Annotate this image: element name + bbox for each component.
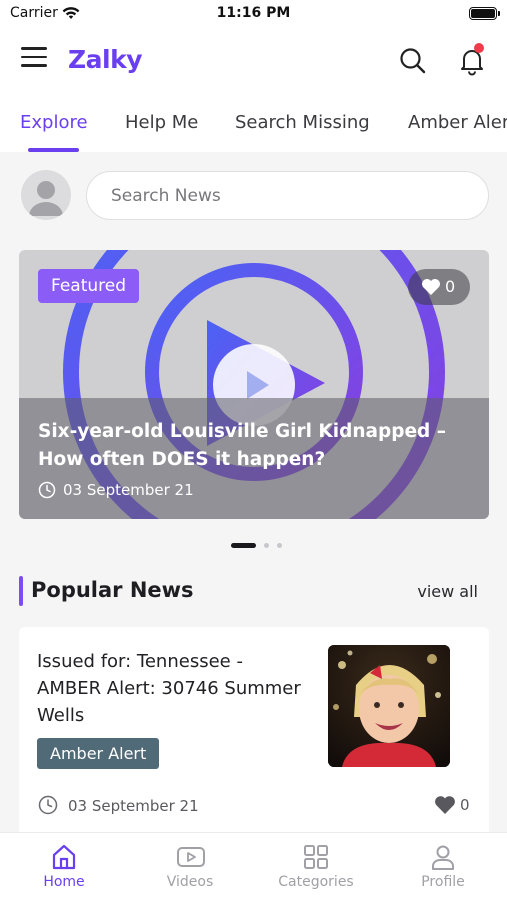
menu-icon[interactable]	[21, 47, 49, 73]
search-field	[86, 171, 489, 220]
section-title: Popular News	[31, 578, 194, 602]
video-icon	[176, 843, 206, 875]
news-like-count: 0	[460, 796, 470, 814]
featured-like-button[interactable]: 0	[408, 269, 470, 305]
battery-icon	[469, 7, 500, 20]
nav-videos[interactable]: Videos	[140, 841, 240, 897]
grid-icon	[302, 843, 330, 875]
news-card[interactable]: Issued for: Tennessee - AMBER Alert: 307…	[19, 627, 489, 837]
section-accent-bar	[19, 576, 23, 606]
top-bar: Carrier 11:16 PM Zalky Explore Help Me S…	[0, 0, 507, 152]
search-input[interactable]	[87, 172, 488, 219]
status-time: 11:16 PM	[216, 5, 291, 21]
news-date: 03 September 21	[68, 797, 199, 815]
nav-categories[interactable]: Categories	[266, 841, 366, 897]
tab-explore[interactable]: Explore	[20, 112, 88, 133]
person-icon	[429, 843, 457, 875]
featured-headline: Six-year-old Louisville Girl Kidnapped –…	[38, 421, 446, 470]
active-tab-indicator	[28, 148, 79, 152]
tab-help-me[interactable]: Help Me	[125, 112, 198, 133]
news-title: Issued for: Tennessee - AMBER Alert: 307…	[37, 651, 301, 726]
carousel-dot[interactable]	[264, 543, 269, 548]
search-icon[interactable]	[398, 46, 428, 76]
featured-date: 03 September 21	[63, 481, 194, 499]
carousel-dot-active[interactable]	[231, 543, 256, 548]
nav-categories-label: Categories	[278, 874, 354, 890]
clock-icon	[38, 481, 56, 503]
news-category-tag[interactable]: Amber Alert	[37, 738, 160, 769]
nav-home[interactable]: Home	[14, 841, 114, 897]
heart-icon	[421, 278, 441, 300]
app-logo: Zalky	[68, 45, 143, 74]
avatar[interactable]	[21, 170, 71, 220]
featured-news-card[interactable]: Featured 0 Six-year-old Louisville Girl …	[19, 250, 489, 519]
carousel-dot[interactable]	[277, 543, 282, 548]
nav-videos-label: Videos	[166, 874, 214, 890]
nav-profile[interactable]: Profile	[393, 841, 493, 897]
tab-bar: Explore Help Me Search Missing Amber Ale…	[0, 100, 507, 152]
home-icon	[50, 843, 78, 875]
clock-icon	[38, 795, 58, 819]
featured-badge: Featured	[38, 269, 140, 303]
notification-dot	[474, 43, 484, 53]
status-bar: Carrier 11:16 PM	[0, 0, 507, 28]
featured-like-count: 0	[445, 277, 456, 296]
heart-icon[interactable]	[434, 795, 456, 819]
view-all-link[interactable]: view all	[417, 582, 478, 601]
news-thumbnail	[328, 645, 450, 767]
tab-amber-alert[interactable]: Amber Alert	[408, 112, 507, 133]
nav-profile-label: Profile	[421, 874, 465, 890]
nav-home-label: Home	[43, 874, 85, 890]
tab-search-missing[interactable]: Search Missing	[235, 112, 370, 133]
bottom-navigation: Home Videos Categories Profile	[0, 832, 507, 900]
